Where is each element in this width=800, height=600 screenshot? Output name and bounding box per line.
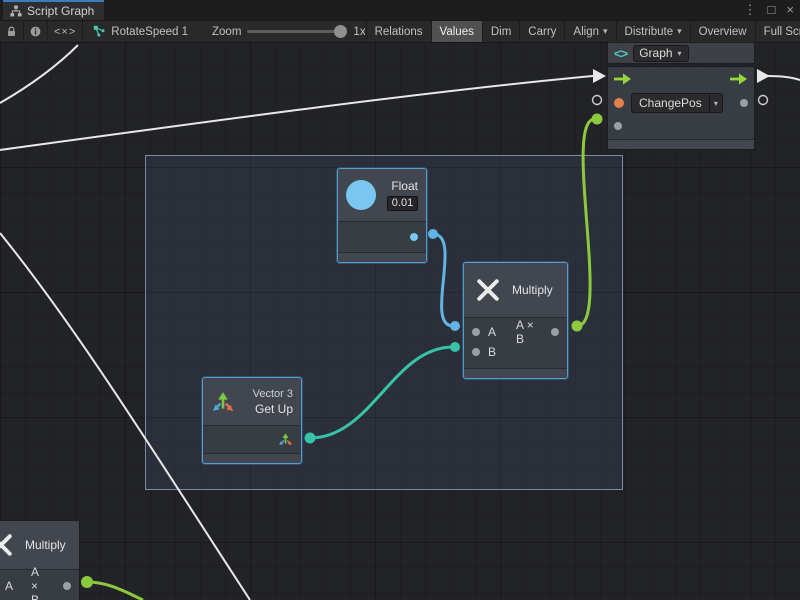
align-dropdown[interactable]: Align▾ [564,21,615,42]
vector3-output-port[interactable] [278,432,293,447]
value-port-ring-left[interactable] [593,96,602,105]
graph-breadcrumb-icon [93,25,106,38]
output-port[interactable] [740,99,748,107]
flow-in-arrow-icon[interactable] [614,73,632,85]
info-icon [30,25,41,38]
window-maximize-icon[interactable]: □ [768,0,776,20]
tab-script-graph[interactable]: Script Graph [3,0,104,20]
fullscreen-button[interactable]: Full Screen [755,21,800,42]
multiply-node-footer [464,368,567,378]
window-menu-icon[interactable]: ⋮ [744,0,757,20]
zoom-label: Zoom [212,26,241,38]
changepos-input-port[interactable] [614,98,624,108]
flow-out-arrow-icon[interactable] [730,73,748,85]
multiply-result-port[interactable] [551,328,559,336]
zoom-control: Zoom 1x [212,21,366,42]
multiply-a-label: A [488,325,496,339]
code-view-button[interactable]: <×> [48,21,83,42]
flow-input-arrow[interactable] [593,69,606,83]
graph-toolbar: <×> RotateSpeed 1 Zoom 1x Relations Valu… [0,20,800,42]
multiply-icon [0,531,15,559]
window-close-icon[interactable]: × [786,0,794,20]
wire-endpoint [81,576,93,588]
chevron-down-icon: ▾ [678,49,688,58]
dim-button[interactable]: Dim [482,21,519,42]
overview-button[interactable]: Overview [690,21,755,42]
graph-unit-header[interactable]: <> Graph ▾ [607,42,755,64]
code-graph-icon: <> [614,46,627,61]
float-value-field[interactable]: 0.01 [387,196,418,211]
float-output-port[interactable] [410,233,418,241]
multiply-node-2-ports: A A × B [0,569,79,600]
get-up-node-header[interactable]: Vector 3 Get Up [203,378,301,425]
multiply-node-header[interactable]: Multiply [464,263,567,317]
float-node-footer [338,252,426,262]
wire-white-graph-output[interactable] [768,76,800,80]
graph-canvas[interactable]: <> Graph ▾ [0,42,800,600]
multiply-b-port[interactable] [472,348,480,356]
multiply-2-result-label: A × B [31,565,45,600]
multiply-node-2[interactable]: Multiply A A × B [0,520,80,600]
zoom-slider-handle[interactable] [334,25,347,38]
info-button[interactable] [24,21,48,42]
multiply-2-result-port[interactable] [63,582,71,590]
chevron-down-icon: ▾ [677,26,682,37]
multiply-result-label: A × B [516,318,543,346]
vector3-icon [211,390,235,414]
distribute-dropdown[interactable]: Distribute▾ [616,21,690,42]
tab-bar: Script Graph ⋮ □ × [0,0,800,20]
changepos-label: ChangePos [632,96,709,110]
graph-selector-dropdown[interactable]: Graph ▾ [633,45,688,62]
multiply-2-a-label: A [5,579,13,593]
tab-title: Script Graph [27,4,94,18]
graph-unit-footer [608,139,754,149]
zoom-slider[interactable] [247,30,347,33]
graph-unit-body: ChangePos ▾ [607,66,755,150]
get-up-node-ports [203,425,301,453]
lock-button[interactable] [0,21,24,42]
value-port-ring-right[interactable] [759,96,768,105]
wire-endpoint [592,114,603,125]
code-icon: <×> [54,26,76,38]
multiply-b-label: B [488,345,496,359]
float-icon [346,180,376,210]
wire-white-to-graph-input[interactable] [0,76,593,150]
chevron-down-icon: ▾ [603,26,608,37]
wire-multiply2-output[interactable] [87,582,143,600]
carry-button[interactable]: Carry [519,21,564,42]
multiply-a-port[interactable] [472,328,480,336]
multiply-icon [474,276,502,304]
graph-unit-node[interactable]: <> Graph ▾ [607,42,755,150]
multiply-node-2-header[interactable]: Multiply [0,521,79,569]
float-node-ports [338,221,426,252]
float-node-title: Float [391,179,418,193]
relations-button[interactable]: Relations [366,21,431,42]
values-button[interactable]: Values [431,21,482,42]
graph-breadcrumb[interactable]: RotateSpeed 1 [83,21,198,42]
script-graph-window: Script Graph ⋮ □ × <×> [0,0,800,600]
changepos-dropdown[interactable]: ChangePos ▾ [631,93,723,113]
zoom-value: 1x [353,26,365,38]
float-node-header[interactable]: Float 0.01 [338,169,426,221]
lock-icon [6,25,17,38]
wire-white-topleft[interactable] [0,45,78,103]
multiply-node-ports: A A × B B [464,317,567,368]
graph-breadcrumb-label: RotateSpeed 1 [111,26,188,38]
get-up-node-footer [203,453,301,463]
chevron-down-icon: ▾ [709,94,722,112]
multiply-node-2-title: Multiply [25,538,66,552]
get-up-node[interactable]: Vector 3 Get Up [202,377,302,464]
script-graph-icon [10,5,22,17]
float-node[interactable]: Float 0.01 [337,168,427,263]
graph-selector-label: Graph [634,46,677,60]
multiply-node-title: Multiply [512,283,553,297]
get-up-node-title: Get Up [255,402,293,416]
flow-output-arrow[interactable] [757,69,770,83]
get-up-type-label: Vector 3 [253,388,293,400]
multiply-node[interactable]: Multiply A A × B B [463,262,568,379]
input-port[interactable] [614,122,622,130]
